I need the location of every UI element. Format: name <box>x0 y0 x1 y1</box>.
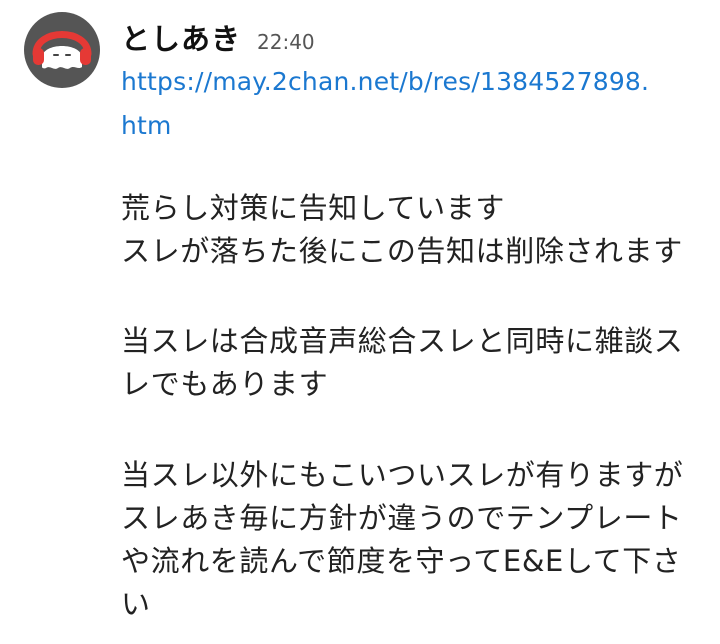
avatar[interactable] <box>24 12 100 88</box>
thread-link[interactable]: https://may.2chan.net/b/res/1384527898.h… <box>121 60 661 148</box>
message-line: スレが落ちた後にこの告知は削除されます <box>121 234 683 268</box>
message-line: スレあき毎に方針が違うのでテンプレート <box>121 501 683 535</box>
message-line: 当スレ以外にもこいついスレが有りますが <box>121 458 684 492</box>
message-paragraph: 荒らし対策に告知しています スレが落ちた後にこの告知は削除されます <box>121 187 701 273</box>
message-line: や流れを読んで節度を守ってE&Eして下さ <box>121 544 682 578</box>
ghost-with-headphones-icon <box>32 31 92 69</box>
message-line: い <box>121 587 151 621</box>
message-line: レでもあります <box>121 367 329 401</box>
timestamp: 22:40 <box>257 30 315 54</box>
message-paragraph: 当スレ以外にもこいついスレが有りますが スレあき毎に方針が違うのでテンプレート … <box>121 454 701 626</box>
username[interactable]: としあき <box>121 16 241 58</box>
chat-message: としあき 22:40 https://may.2chan.net/b/res/1… <box>0 0 720 644</box>
message-line: 当スレは合成音声総合スレと同時に雑談ス <box>121 324 684 358</box>
message-paragraph: 当スレは合成音声総合スレと同時に雑談ス レでもあります <box>121 320 701 406</box>
message-line: 荒らし対策に告知しています <box>121 191 505 225</box>
message-header: としあき 22:40 <box>121 16 315 56</box>
